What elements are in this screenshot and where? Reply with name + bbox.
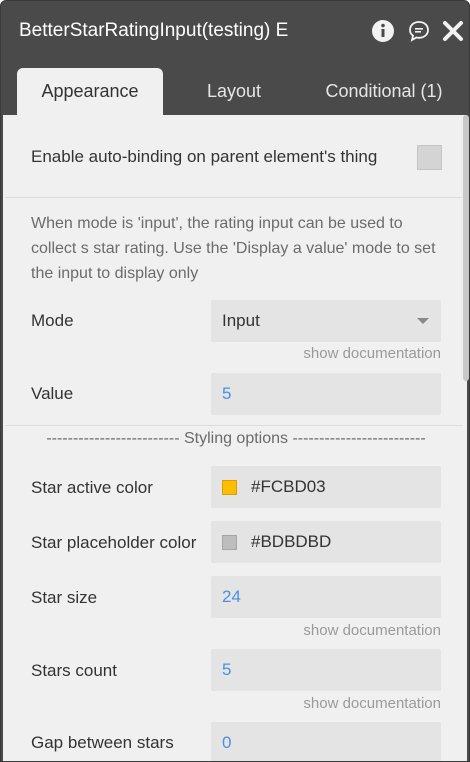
mode-dropdown[interactable]: Input bbox=[211, 300, 441, 342]
star-placeholder-color-label: Star placeholder color bbox=[31, 533, 197, 552]
value-input[interactable]: 5 bbox=[211, 373, 441, 415]
divider bbox=[5, 425, 463, 426]
color-swatch[interactable] bbox=[222, 479, 237, 495]
gap-between-stars-label: Gap between stars bbox=[31, 733, 174, 752]
info-icon[interactable] bbox=[371, 19, 395, 43]
stars-count-input[interactable]: 5 bbox=[211, 649, 441, 691]
comment-icon[interactable] bbox=[407, 19, 431, 43]
show-documentation-link[interactable]: show documentation bbox=[303, 695, 441, 712]
autobind-label: Enable auto-binding on parent element's … bbox=[31, 147, 378, 166]
window-title: BetterStarRatingInput(testing) E bbox=[19, 20, 289, 41]
star-size-input[interactable]: 24 bbox=[211, 576, 441, 618]
mode-label: Mode bbox=[31, 311, 74, 330]
chevron-down-icon bbox=[417, 318, 429, 324]
show-documentation-link[interactable]: show documentation bbox=[303, 345, 441, 362]
mode-description: When mode is 'input', the rating input c… bbox=[31, 215, 436, 282]
title-bar: BetterStarRatingInput(testing) E bbox=[1, 1, 469, 63]
show-documentation-link[interactable]: show documentation bbox=[303, 622, 441, 639]
star-size-label: Star size bbox=[31, 588, 98, 607]
appearance-content: Enable auto-binding on parent element's … bbox=[3, 115, 469, 761]
styling-section-header: ------------------------- Styling option… bbox=[46, 430, 426, 447]
stars-count-value: 5 bbox=[222, 660, 232, 679]
tab-layout[interactable]: Layout bbox=[177, 68, 291, 115]
autobind-checkbox[interactable] bbox=[417, 145, 442, 170]
color-swatch[interactable] bbox=[222, 534, 237, 550]
scrollbar-thumb[interactable] bbox=[463, 115, 469, 381]
gap-between-stars-input[interactable]: 0 bbox=[211, 722, 441, 761]
gap-between-stars-value: 0 bbox=[222, 733, 232, 752]
star-active-color-value: #FCBD03 bbox=[251, 477, 326, 496]
tab-appearance[interactable]: Appearance bbox=[17, 68, 163, 115]
star-size-value: 24 bbox=[222, 587, 241, 606]
divider bbox=[5, 197, 463, 198]
tab-bar: Appearance Layout Conditional (1) bbox=[1, 63, 469, 115]
tab-conditional[interactable]: Conditional (1) bbox=[309, 68, 459, 115]
stars-count-label: Stars count bbox=[31, 661, 117, 680]
value-label: Value bbox=[31, 384, 74, 403]
close-icon[interactable] bbox=[441, 19, 465, 43]
star-active-color-input[interactable]: #FCBD03 bbox=[211, 466, 441, 508]
mode-value: Input bbox=[222, 311, 260, 330]
star-placeholder-color-input[interactable]: #BDBDBD bbox=[211, 521, 441, 563]
property-editor-panel: BetterStarRatingInput(testing) E Appeara… bbox=[0, 0, 470, 762]
star-active-color-label: Star active color bbox=[31, 478, 153, 497]
star-placeholder-color-value: #BDBDBD bbox=[251, 532, 332, 551]
value-input-text: 5 bbox=[222, 384, 232, 403]
